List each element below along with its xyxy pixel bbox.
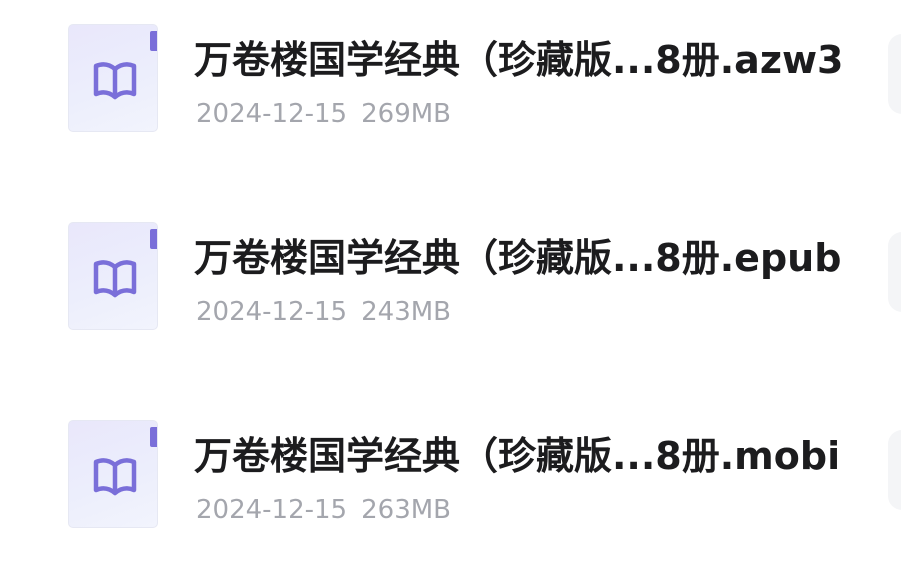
ebook-icon (68, 222, 158, 330)
open-book-icon (93, 62, 137, 100)
file-meta: 2024-12-15 269MB (196, 98, 451, 130)
file-list: 万卷楼国学经典（珍藏版...8册.azw3 2024-12-15 269MB 万卷… (0, 0, 901, 581)
file-size: 263MB (361, 495, 452, 525)
ebook-icon (68, 24, 158, 132)
file-date: 2024-12-15 (196, 495, 348, 525)
file-item[interactable]: 万卷楼国学经典（珍藏版...8册.azw3 2024-12-15 269MB (0, 24, 901, 144)
more-options-button[interactable] (888, 34, 901, 114)
open-book-icon (93, 260, 137, 298)
file-date: 2024-12-15 (196, 297, 348, 327)
file-name[interactable]: 万卷楼国学经典（珍藏版...8册.azw3 (194, 38, 874, 82)
file-date: 2024-12-15 (196, 99, 348, 129)
file-size: 243MB (361, 297, 452, 327)
file-corner-tab (150, 427, 157, 447)
file-corner-tab (150, 229, 157, 249)
file-corner-tab (150, 31, 157, 51)
more-options-button[interactable] (888, 430, 901, 510)
file-size: 269MB (361, 99, 452, 129)
file-name[interactable]: 万卷楼国学经典（珍藏版...8册.mobi (194, 434, 874, 478)
file-meta: 2024-12-15 243MB (196, 296, 451, 328)
more-options-button[interactable] (888, 232, 901, 312)
open-book-icon (93, 458, 137, 496)
file-item[interactable]: 万卷楼国学经典（珍藏版...8册.epub 2024-12-15 243MB (0, 222, 901, 342)
file-meta: 2024-12-15 263MB (196, 494, 451, 526)
ebook-icon (68, 420, 158, 528)
file-name[interactable]: 万卷楼国学经典（珍藏版...8册.epub (194, 236, 874, 280)
file-item[interactable]: 万卷楼国学经典（珍藏版...8册.mobi 2024-12-15 263MB (0, 420, 901, 540)
